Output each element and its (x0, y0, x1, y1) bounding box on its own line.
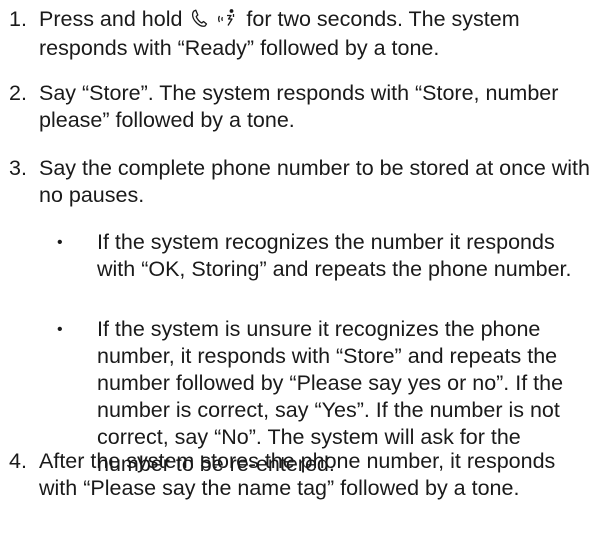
step-text-before-icons: Press and hold (39, 7, 183, 31)
step-number: 3. (9, 156, 27, 180)
step-number: 2. (9, 81, 27, 105)
phone-handset-icon (191, 8, 209, 35)
step-number: 4. (9, 449, 27, 473)
step-text: Press and hold for two seconds. The syst… (39, 6, 594, 62)
step-number: 1. (9, 7, 27, 31)
voice-command-icon (215, 8, 237, 35)
step-text: After the system stores the phone number… (39, 449, 556, 500)
bullet-text: If the system recognizes the number it r… (97, 230, 572, 281)
step-text: Say the complete phone number to be stor… (39, 156, 590, 207)
bullet-symbol: • (57, 234, 63, 251)
bullet-symbol: • (57, 321, 63, 338)
step-text: Say “Store”. The system responds with “S… (39, 81, 559, 132)
